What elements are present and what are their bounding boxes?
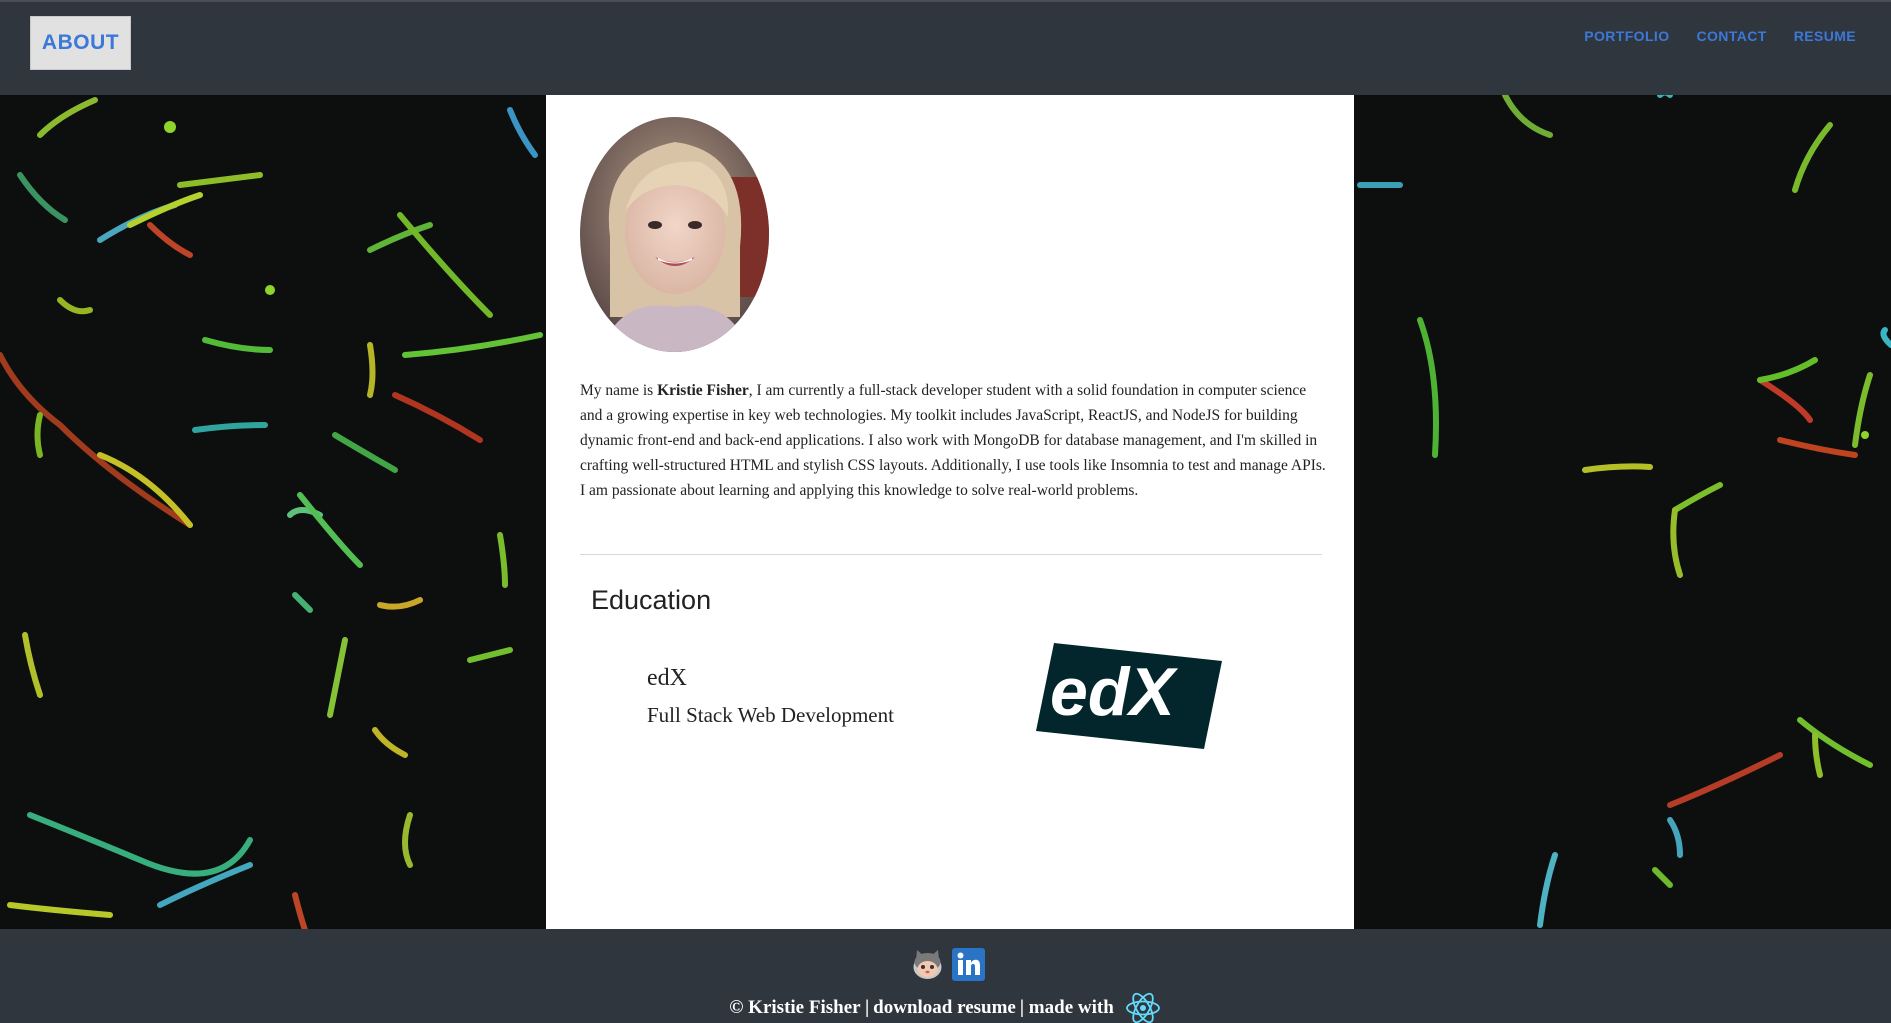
footer: © Kristie Fisher | download resume | mad…	[0, 929, 1891, 1023]
about-card: My name is Kristie Fisher, I am currentl…	[546, 95, 1354, 929]
profile-photo	[580, 117, 769, 352]
edx-logo-text: edX	[1050, 654, 1178, 730]
made-with-text: | made with	[1019, 997, 1114, 1018]
bio-prefix: My name is	[580, 382, 658, 399]
nav-link-portfolio[interactable]: PORTFOLIO	[1584, 28, 1669, 44]
education-program: Full Stack Web Development	[647, 703, 894, 727]
linkedin-icon[interactable]	[952, 948, 985, 981]
about-nav-button[interactable]: ABOUT	[30, 16, 131, 70]
section-divider	[580, 554, 1322, 555]
education-heading: Education	[591, 585, 712, 615]
edx-logo: edX	[1036, 643, 1222, 749]
download-resume-link[interactable]: download resume	[873, 997, 1016, 1019]
education-school: edX	[647, 665, 687, 691]
nav-links: PORTFOLIO CONTACT RESUME	[1584, 28, 1856, 44]
react-icon	[1125, 992, 1160, 1023]
nav-link-resume[interactable]: RESUME	[1794, 28, 1856, 44]
nav-link-contact[interactable]: CONTACT	[1697, 28, 1767, 44]
github-icon[interactable]	[911, 948, 944, 981]
bio-body: , I am currently a full-stack developer …	[580, 382, 1326, 499]
bio-paragraph: My name is Kristie Fisher, I am currentl…	[580, 378, 1328, 503]
footer-credits: © Kristie Fisher | download resume | mad…	[0, 989, 1891, 1023]
social-links	[911, 948, 985, 981]
bio-name: Kristie Fisher	[657, 382, 749, 399]
copyright-text: © Kristie Fisher |	[729, 997, 870, 1018]
top-navbar: ABOUT PORTFOLIO CONTACT RESUME	[0, 0, 1891, 95]
